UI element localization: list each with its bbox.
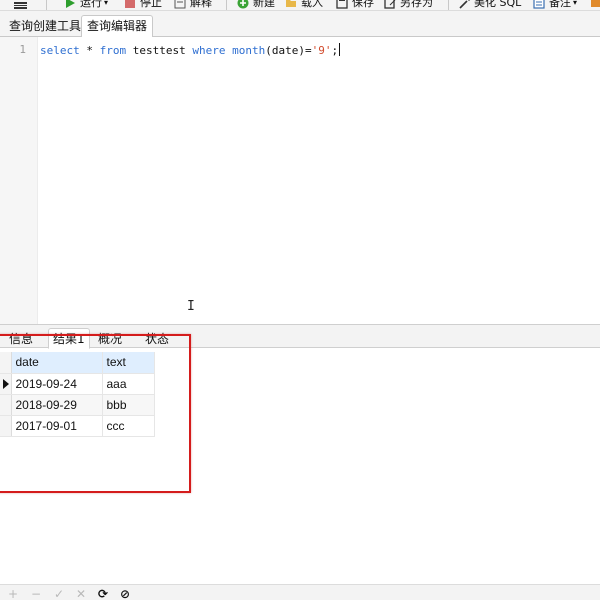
explain-button[interactable]: 解释 [174, 0, 212, 10]
cell-date[interactable]: 2017-09-01 [11, 415, 103, 437]
toolbar-divider [46, 0, 47, 10]
save-as-button[interactable]: 另存为 [384, 0, 433, 10]
new-button[interactable]: 新建 [237, 0, 275, 10]
semicolon-token: ; [331, 44, 339, 57]
tool-icon [591, 0, 600, 7]
mouse-ibeam-cursor: I [187, 299, 195, 314]
keyword-select: select [40, 44, 80, 57]
sql-editor[interactable]: 1 select * from testtest where month(dat… [0, 37, 600, 324]
tab-status[interactable]: 状态 [141, 329, 173, 349]
tab-info[interactable]: 信息 [5, 329, 37, 349]
chevron-down-icon: ▾ [573, 0, 578, 7]
explain-icon [174, 0, 186, 9]
chevron-down-icon: ▾ [104, 0, 109, 7]
new-label: 新建 [253, 0, 275, 9]
comment-label: 备注 [549, 0, 571, 9]
save-as-label: 另存为 [400, 0, 433, 9]
grid-header-row: date text [0, 352, 155, 374]
toolbar-divider [448, 0, 449, 10]
sql-code-line[interactable]: select * from testtest where month(date)… [40, 43, 341, 58]
cell-date[interactable]: 2019-09-24 [11, 373, 103, 395]
cell-text[interactable]: ccc [102, 415, 155, 437]
stop-icon[interactable]: ⊘ [118, 587, 132, 601]
plus-circle-icon [237, 0, 249, 9]
function-month: month [232, 44, 266, 57]
paren-token: (date)= [265, 44, 312, 57]
add-record-button[interactable]: + [6, 587, 20, 601]
row-indicator [0, 394, 12, 416]
line-number: 1 [19, 43, 26, 56]
beautify-sql-label: 美化 SQL [474, 0, 522, 9]
load-button[interactable]: 载入 [285, 0, 323, 10]
toolbar: 运行 ▾ 停止 解释 新建 载入 保存 另存为 美化 SQL 备注 ▾ [0, 0, 600, 11]
table-row[interactable]: 2017-09-01 ccc [0, 415, 155, 437]
menu-icon[interactable] [14, 2, 27, 9]
result-grid: date text 2019-09-24 aaa 2018-09-29 bbb … [0, 352, 155, 437]
note-icon [533, 0, 545, 9]
save-button[interactable]: 保存 [336, 0, 374, 10]
save-as-icon [384, 0, 396, 9]
column-header-date[interactable]: date [11, 352, 103, 374]
load-label: 载入 [301, 0, 323, 9]
play-icon [66, 0, 75, 8]
magic-wand-icon [459, 0, 470, 9]
refresh-icon[interactable]: ⟳ [96, 587, 110, 601]
text-caret [339, 43, 341, 56]
string-literal: '9' [311, 44, 332, 57]
tab-query-editor[interactable]: 查询编辑器 [81, 15, 154, 38]
tab-result-1[interactable]: 结果1 [48, 328, 90, 349]
run-label: 运行 [80, 0, 102, 9]
beautify-sql-button[interactable]: 美化 SQL [458, 0, 521, 10]
comment-button[interactable]: 备注 ▾ [533, 0, 577, 10]
toolbar-divider [226, 0, 227, 10]
current-row-arrow-icon [3, 378, 9, 389]
column-header-text[interactable]: text [102, 352, 155, 374]
table-row[interactable]: 2018-09-29 bbb [0, 394, 155, 416]
result-tabs: 信息 结果1 概况 状态 [0, 324, 600, 349]
tab-query-builder[interactable]: 查询创建工具 [4, 16, 86, 37]
row-indicator [0, 373, 12, 395]
table-name: testtest [126, 44, 193, 57]
table-row[interactable]: 2019-09-24 aaa [0, 373, 155, 395]
save-label: 保存 [352, 0, 374, 9]
star-token: * [79, 44, 100, 57]
keyword-from: from [99, 44, 127, 57]
row-indicator-header [0, 352, 12, 374]
row-indicator [0, 415, 12, 437]
delete-record-button[interactable]: − [29, 587, 43, 601]
explain-label: 解释 [190, 0, 212, 9]
apply-changes-button[interactable]: ✓ [52, 587, 66, 601]
grid-bottom-bar: + − ✓ ✕ ⟳ ⊘ [0, 584, 600, 601]
keyword-where: where [192, 44, 226, 57]
cell-text[interactable]: bbb [102, 394, 155, 416]
more-button[interactable] [590, 0, 600, 10]
line-gutter: 1 [0, 37, 38, 324]
cell-text[interactable]: aaa [102, 373, 155, 395]
discard-changes-button[interactable]: ✕ [74, 587, 88, 601]
stop-label: 停止 [140, 0, 162, 9]
stop-button[interactable]: 停止 [124, 0, 162, 10]
floppy-icon [336, 0, 348, 9]
run-button[interactable]: 运行 ▾ [64, 0, 108, 10]
tab-profile[interactable]: 概况 [94, 329, 126, 349]
stop-icon [125, 0, 135, 8]
editor-tabs: 查询创建工具 查询编辑器 [0, 11, 600, 38]
cell-date[interactable]: 2018-09-29 [11, 394, 103, 416]
folder-icon [286, 0, 296, 7]
